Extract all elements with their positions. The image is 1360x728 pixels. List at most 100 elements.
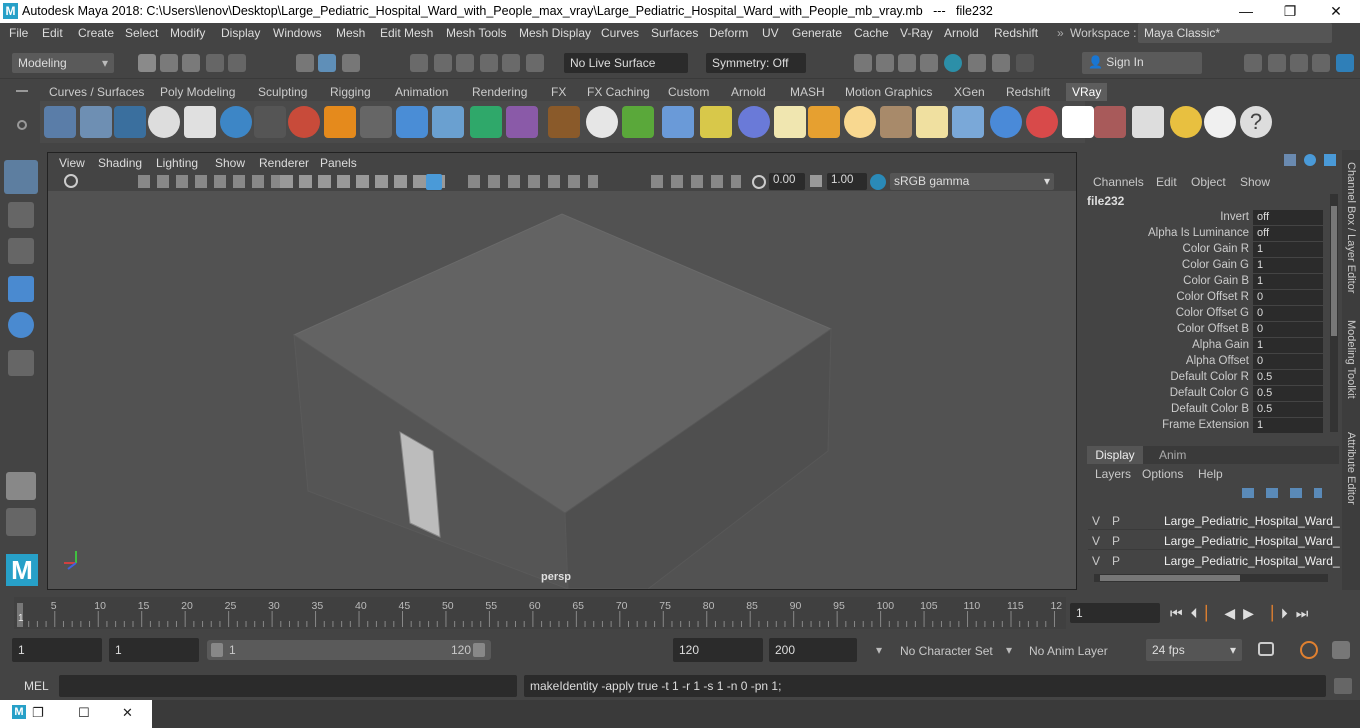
layer-menu-options[interactable]: Options	[1142, 467, 1183, 481]
attr-row[interactable]: Color Gain B1	[1084, 274, 1329, 290]
lasso-tool-icon[interactable]	[8, 202, 34, 228]
attribute-editor-toggle-icon[interactable]	[1324, 154, 1336, 166]
attr-value[interactable]: 1	[1253, 242, 1323, 257]
vray-env-sphere-icon[interactable]	[220, 106, 252, 138]
viewport-menu-view[interactable]: View	[59, 156, 85, 170]
attr-row[interactable]: Default Color R 0.5	[1084, 370, 1329, 386]
attr-row[interactable]: Alpha Is Luminance off	[1084, 226, 1329, 242]
go-to-end-icon[interactable]: ⏭	[1296, 605, 1317, 621]
menu-curves[interactable]: Curves	[601, 26, 639, 40]
step-forward-icon[interactable]: ⏵	[1281, 605, 1296, 621]
paint-select-tool-icon[interactable]	[8, 238, 34, 264]
layer-playback-toggle[interactable]: P	[1112, 534, 1120, 548]
channel-menu-object[interactable]: Object	[1191, 175, 1226, 189]
go-to-start-icon[interactable]: ⏮	[1170, 605, 1191, 621]
vray-sun-icon[interactable]	[774, 106, 806, 138]
attr-row[interactable]: Frame Extension 1	[1084, 418, 1329, 434]
ipr-render-icon[interactable]	[898, 54, 916, 72]
attr-value[interactable]: 0	[1253, 306, 1323, 321]
open-scene-icon[interactable]	[160, 54, 178, 72]
shelf-tab-vray[interactable]: VRay	[1066, 83, 1108, 101]
3d-scene[interactable]: persp	[48, 191, 1076, 590]
vray-rect-light-icon[interactable]	[470, 106, 502, 138]
shelf-tab-fx[interactable]: FX	[551, 85, 566, 99]
layer-row[interactable]: V P Large_Pediatric_Hospital_Ward_	[1088, 552, 1340, 570]
side-tab-modeling-toolkit[interactable]: Modeling Toolkit	[1345, 320, 1357, 399]
gamma-icon[interactable]	[810, 175, 822, 187]
playback-start-field[interactable]: 1	[109, 638, 199, 662]
single-view-layout-icon[interactable]	[6, 472, 36, 500]
vray-layers-icon[interactable]	[114, 106, 146, 138]
select-component-icon[interactable]	[342, 54, 360, 72]
select-hierarchy-icon[interactable]	[296, 54, 314, 72]
vray-objects-icon[interactable]	[80, 106, 112, 138]
attr-value[interactable]: 0.5	[1253, 370, 1323, 385]
menu-overflow-icon[interactable]: »	[1057, 26, 1064, 40]
viewport-menu-lighting[interactable]: Lighting	[156, 156, 198, 170]
vray-fire-icon[interactable]	[324, 106, 356, 138]
layer-action-icons[interactable]	[1242, 488, 1322, 498]
character-set-field[interactable]: No Character Set	[900, 644, 993, 658]
attr-row[interactable]: Alpha Offset 0	[1084, 354, 1329, 370]
maximize-button[interactable]: ❐	[1267, 0, 1313, 23]
modeling-toolkit-icon[interactable]	[1244, 54, 1262, 72]
symmetry-field[interactable]: Symmetry: Off	[706, 53, 806, 73]
playback-end-field[interactable]: 120	[673, 638, 763, 662]
menu-mesh[interactable]: Mesh	[336, 26, 365, 40]
layer-visible-toggle[interactable]: V	[1092, 534, 1100, 548]
side-tab-attribute-editor[interactable]: Attribute Editor	[1345, 432, 1357, 505]
shelf-tab-animation[interactable]: Animation	[395, 85, 448, 99]
exposure-field[interactable]: 0.00	[769, 173, 805, 190]
menu-redshift[interactable]: Redshift	[994, 26, 1038, 40]
vray-materials-icon[interactable]	[288, 106, 320, 138]
live-surface-field[interactable]: No Live Surface	[564, 53, 688, 73]
layer-row[interactable]: V P Large_Pediatric_Hospital_Ward_	[1088, 512, 1340, 530]
viewport-menu-shading[interactable]: Shading	[98, 156, 142, 170]
attr-value[interactable]: 1	[1253, 274, 1323, 289]
render-view-icon[interactable]	[854, 54, 872, 72]
redo-icon[interactable]	[228, 54, 246, 72]
four-view-layout-icon[interactable]	[6, 508, 36, 536]
viewport-menu-show[interactable]: Show	[215, 156, 245, 170]
save-scene-icon[interactable]	[182, 54, 200, 72]
layer-editor-toggle-icon[interactable]	[1304, 154, 1316, 166]
menu-edit-mesh[interactable]: Edit Mesh	[380, 26, 433, 40]
hypershade-icon[interactable]	[944, 54, 962, 72]
close-button[interactable]: ✕	[1313, 0, 1359, 23]
vray-curves-icon[interactable]	[700, 106, 732, 138]
select-object-icon[interactable]	[318, 54, 336, 72]
minimized-window[interactable]: M ❐ ☐ ✕	[0, 700, 152, 728]
vray-fur-icon[interactable]	[622, 106, 654, 138]
step-back-icon[interactable]: ⏴	[1191, 605, 1206, 621]
workspace-select[interactable]: Maya Classic*	[1138, 23, 1332, 43]
vray-dome-icon[interactable]	[586, 106, 618, 138]
attr-value[interactable]: 1	[1253, 258, 1323, 273]
color-management-icon[interactable]	[870, 174, 886, 190]
shelf-tab-rendering[interactable]: Rendering	[472, 85, 527, 99]
vray-frame-buffer-icon[interactable]	[968, 54, 986, 72]
shelf-tab-mash[interactable]: MASH	[790, 85, 825, 99]
layer-visible-toggle[interactable]: V	[1092, 554, 1100, 568]
vray-vfb-icon[interactable]	[1132, 106, 1164, 138]
menu-cache[interactable]: Cache	[854, 26, 889, 40]
menu-arnold[interactable]: Arnold	[944, 26, 979, 40]
next-key-icon[interactable]: ▕	[1262, 605, 1281, 621]
layer-hscrollbar[interactable]	[1094, 574, 1328, 582]
attr-row[interactable]: Color Offset R0	[1084, 290, 1329, 306]
display-mode-icons[interactable]	[280, 175, 450, 188]
command-input[interactable]	[59, 675, 517, 697]
tab-anim[interactable]: Anim	[1159, 448, 1186, 462]
vray-texture-icon[interactable]	[548, 106, 580, 138]
menu-windows[interactable]: Windows	[273, 26, 322, 40]
layer-name[interactable]: Large_Pediatric_Hospital_Ward_	[1164, 554, 1340, 568]
attr-row[interactable]: Alpha Gain 1	[1084, 338, 1329, 354]
side-tab-channel-box[interactable]: Channel Box / Layer Editor	[1345, 162, 1357, 293]
channel-menu-show[interactable]: Show	[1240, 175, 1270, 189]
attr-row[interactable]: Color Offset G0	[1084, 306, 1329, 322]
new-scene-icon[interactable]	[138, 54, 156, 72]
gamma-field[interactable]: 1.00	[827, 173, 867, 190]
vray-sphere-icon[interactable]	[396, 106, 428, 138]
vray-cloud-icon[interactable]	[1204, 106, 1236, 138]
vray-checker-icon[interactable]	[1062, 106, 1094, 138]
vray-spot-light-icon[interactable]	[880, 106, 912, 138]
